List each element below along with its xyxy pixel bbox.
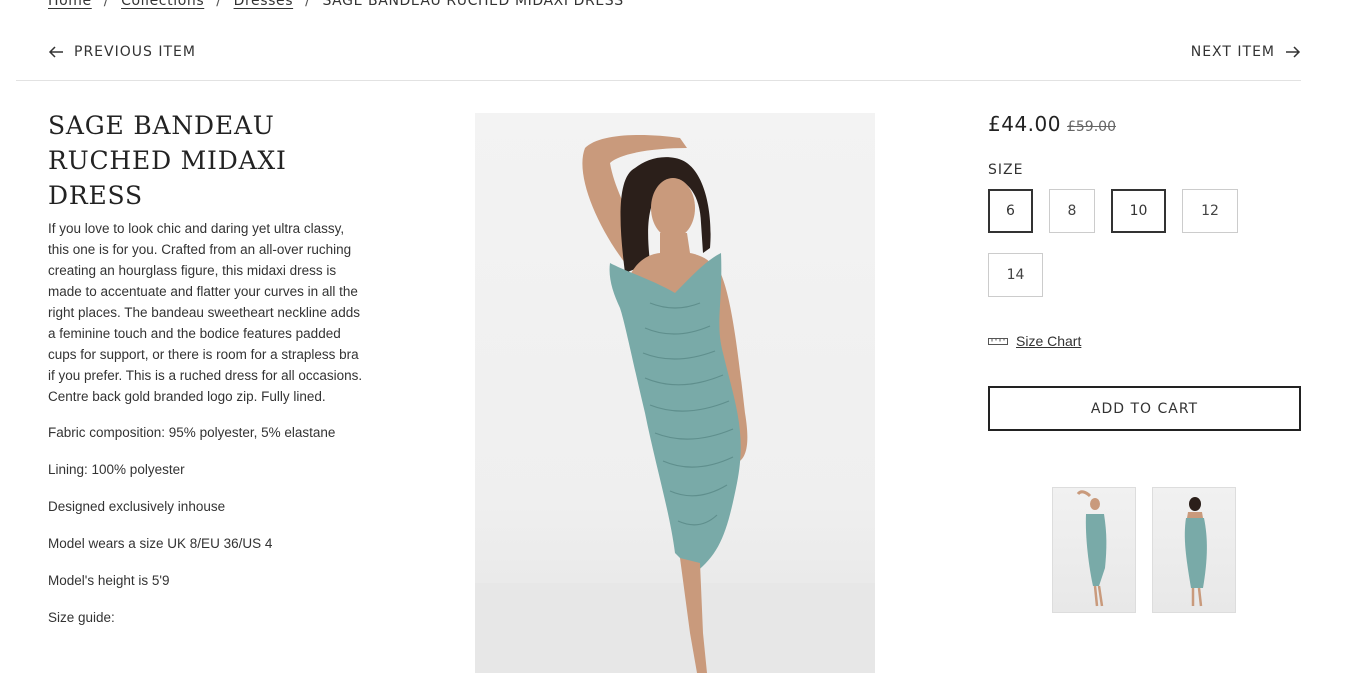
detail-lining: Lining: 100% polyester [48,462,185,477]
product-main-image[interactable] [475,113,875,673]
breadcrumb-dresses[interactable]: Dresses [234,0,294,9]
previous-item-link[interactable]: PREVIOUS ITEM [48,44,196,60]
description-text: If you love to look chic and daring yet … [48,221,363,404]
detail-model-height: Model's height is 5'9 [48,573,170,588]
size-chart-label: Size Chart [1016,333,1082,349]
detail-fabric: Fabric composition: 95% polyester, 5% el… [48,425,336,440]
next-item-link[interactable]: NEXT ITEM [1191,44,1301,60]
thumbnail-back[interactable] [1152,487,1236,613]
breadcrumb-separator: / [305,0,311,9]
breadcrumb-separator: / [216,0,222,9]
size-option-8[interactable]: 8 [1049,189,1095,233]
size-option-12[interactable]: 12 [1182,189,1238,233]
size-option-6[interactable]: 6 [988,189,1033,233]
breadcrumb-current: SAGE BANDEAU RUCHED MIDAXI DRESS [322,0,624,9]
size-option-10[interactable]: 10 [1111,189,1166,233]
ruler-icon [988,338,1008,345]
sale-price: £44.00 [988,112,1061,136]
previous-item-label: PREVIOUS ITEM [74,44,196,60]
product-description: If you love to look chic and daring yet … [48,218,366,644]
size-option-14[interactable]: 14 [988,253,1043,297]
next-item-label: NEXT ITEM [1190,44,1275,60]
breadcrumb-collections[interactable]: Collections [121,0,204,9]
detail-designed: Designed exclusively inhouse [48,499,226,514]
breadcrumb-separator: / [103,0,110,9]
add-to-cart-button[interactable]: ADD TO CART [988,386,1301,431]
breadcrumb-home[interactable]: Home [48,0,92,9]
product-title: SAGE BANDEAU RUCHED MIDAXI DRESS [48,111,287,210]
detail-size-guide: Size guide: [48,610,115,625]
thumbnail-front-image [1076,490,1107,607]
breadcrumb: Home / Collections / Dresses / SAGE BAND… [48,0,624,9]
size-label: SIZE [988,162,1024,178]
thumbnail-back-image [1184,497,1207,607]
original-price: £59.00 [1066,119,1116,135]
model-illustration [475,135,875,673]
detail-model-size: Model wears a size UK 8/EU 36/US 4 [48,536,273,551]
header-divider [16,80,1301,81]
price-row: £44.00 £59.00 [988,112,1116,136]
arrow-right-icon [1286,46,1301,58]
arrow-left-icon [48,46,63,58]
size-chart-link[interactable]: Size Chart [988,333,1081,349]
thumbnail-front[interactable] [1052,487,1136,613]
